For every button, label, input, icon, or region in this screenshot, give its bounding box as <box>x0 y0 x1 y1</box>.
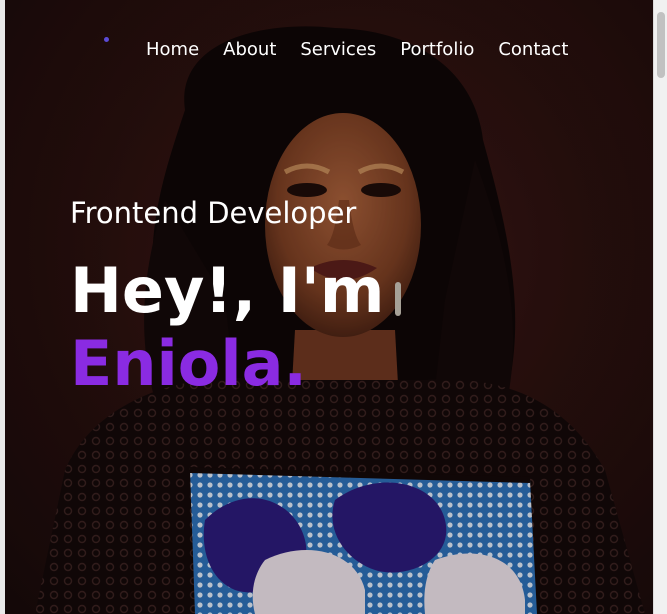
nav-link-portfolio[interactable]: Portfolio <box>400 39 474 60</box>
nav-link-contact[interactable]: Contact <box>498 39 568 60</box>
window-frame-left <box>0 0 5 614</box>
scrollbar-thumb[interactable] <box>657 12 665 78</box>
nav-link-services[interactable]: Services <box>300 39 376 60</box>
main-nav: Home About Services Portfolio Contact <box>146 39 568 60</box>
hero-headline: Hey!, I'm <box>70 254 385 327</box>
hero-section: Home About Services Portfolio Contact Fr… <box>5 0 653 614</box>
page-scrollbar[interactable] <box>653 0 667 614</box>
nav-link-about[interactable]: About <box>223 39 276 60</box>
nav-link-home[interactable]: Home <box>146 39 199 60</box>
hero-name: Eniola. <box>70 327 307 400</box>
logo-dot[interactable] <box>104 37 109 42</box>
hero-subtitle: Frontend Developer <box>70 196 357 230</box>
